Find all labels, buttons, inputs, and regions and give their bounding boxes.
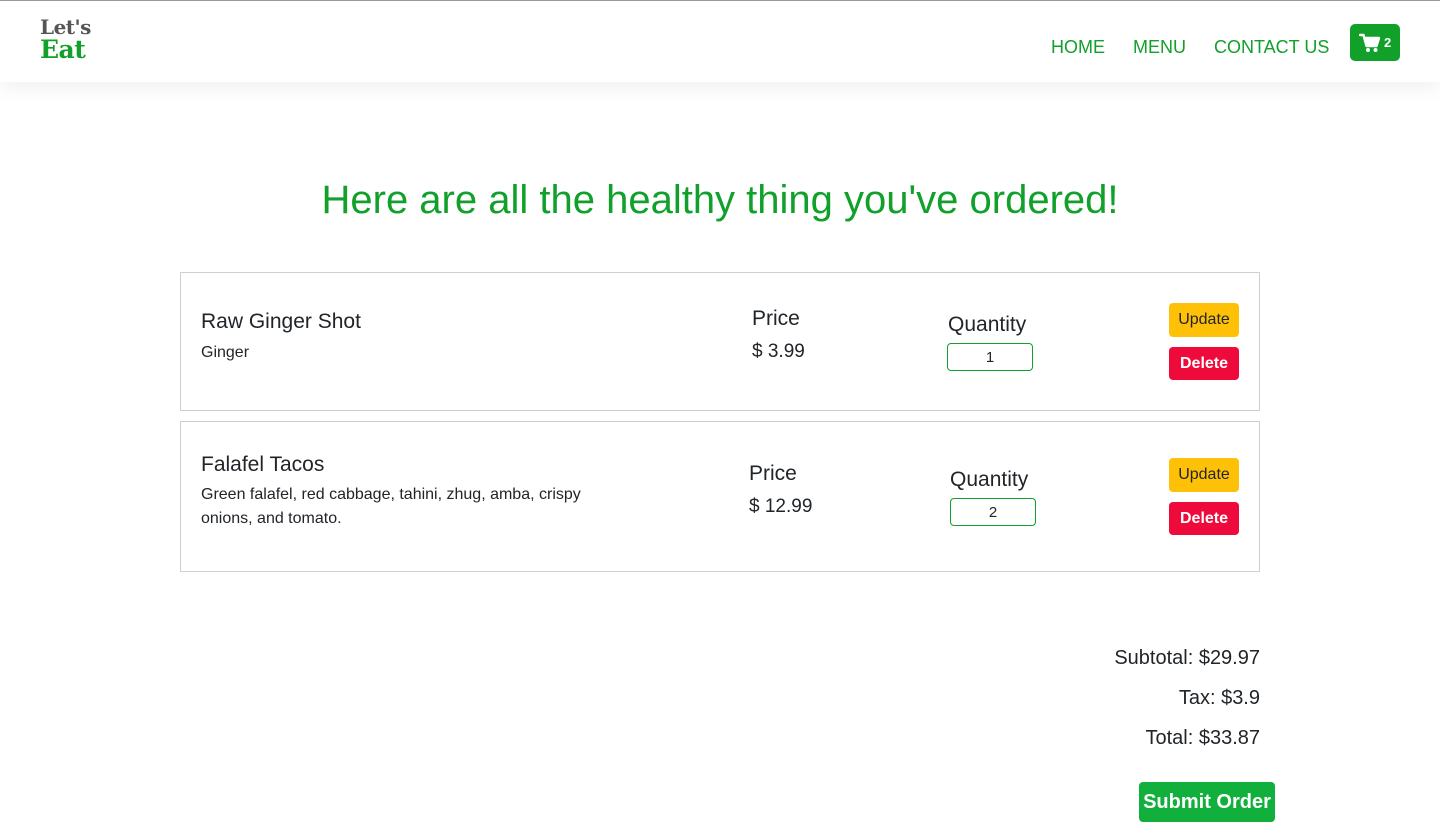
order-item-card: Raw Ginger Shot Ginger Price $ 3.99 Quan…: [180, 272, 1260, 411]
quantity-input[interactable]: [950, 498, 1036, 526]
logo[interactable]: Let's Eat: [40, 16, 100, 64]
item-description: Green falafel, red cabbage, tahini, zhug…: [201, 486, 581, 527]
quantity-label: Quantity: [948, 313, 1027, 336]
update-button[interactable]: Update: [1169, 303, 1239, 337]
price-label: Price: [749, 462, 797, 485]
nav-menu-link[interactable]: MENU: [1133, 37, 1186, 57]
subtotal-text: Subtotal: $29.97: [1114, 647, 1260, 669]
item-description: Ginger: [201, 344, 250, 361]
delete-button[interactable]: Delete: [1169, 347, 1239, 380]
price-label: Price: [752, 307, 800, 330]
item-name: Raw Ginger Shot: [201, 310, 361, 333]
update-button[interactable]: Update: [1169, 458, 1239, 492]
cart-button[interactable]: 2: [1350, 24, 1400, 61]
item-price: $ 12.99: [749, 496, 813, 517]
cart-icon: [1359, 33, 1381, 52]
order-item-card: Falafel Tacos Green falafel, red cabbage…: [180, 421, 1260, 572]
quantity-input[interactable]: [947, 343, 1033, 371]
delete-button[interactable]: Delete: [1169, 502, 1239, 535]
navbar: Let's Eat HOME MENU CONTACT US 2: [0, 1, 1440, 82]
submit-order-button[interactable]: Submit Order: [1139, 782, 1275, 822]
quantity-label: Quantity: [950, 468, 1029, 491]
item-price: $ 3.99: [752, 341, 805, 362]
logo-text-bottom: Eat: [40, 35, 86, 64]
page-title: Here are all the healthy thing you've or…: [321, 178, 1119, 222]
total-text: Total: $33.87: [1145, 727, 1260, 749]
item-name: Falafel Tacos: [201, 453, 325, 476]
nav-home-link[interactable]: HOME: [1051, 37, 1105, 57]
tax-text: Tax: $3.9: [1178, 687, 1260, 709]
nav-contact-link[interactable]: CONTACT US: [1214, 37, 1329, 57]
cart-count-badge: 2: [1384, 35, 1392, 50]
